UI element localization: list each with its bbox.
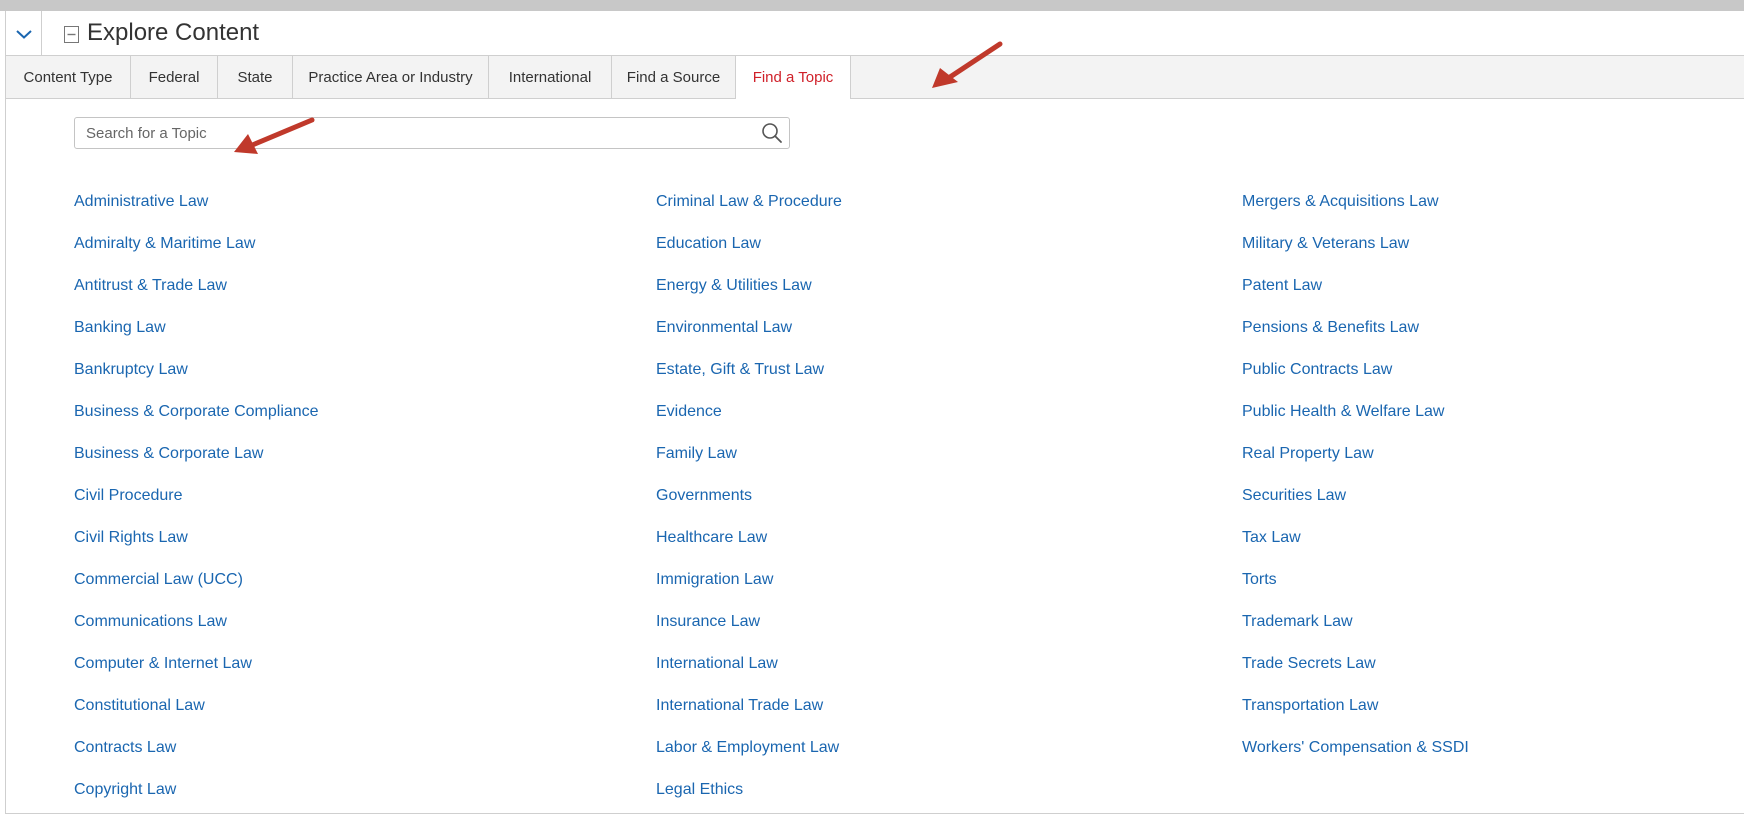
topic-link[interactable]: Antitrust & Trade Law	[74, 274, 634, 316]
topic-search-box	[74, 117, 790, 149]
collapse-square-icon[interactable]	[64, 26, 79, 43]
topic-link[interactable]: Banking Law	[74, 316, 634, 358]
topic-column-3: Mergers & Acquisitions Law Military & Vet…	[1242, 190, 1744, 778]
topic-link[interactable]: Trade Secrets Law	[1242, 652, 1744, 694]
topic-link[interactable]: Real Property Law	[1242, 442, 1744, 484]
topic-link[interactable]: Estate, Gift & Trust Law	[656, 358, 1216, 400]
topic-link[interactable]: Insurance Law	[656, 610, 1216, 652]
content-tabs: Content Type Federal State Practice Area…	[6, 56, 1744, 99]
window-top-strip	[0, 0, 1744, 11]
topic-link[interactable]: Public Contracts Law	[1242, 358, 1744, 400]
tab-find-a-topic[interactable]: Find a Topic	[735, 56, 851, 99]
topic-link[interactable]: Legal Ethics	[656, 778, 1216, 819]
topic-link[interactable]: Transportation Law	[1242, 694, 1744, 736]
topic-link[interactable]: Healthcare Law	[656, 526, 1216, 568]
topic-link[interactable]: Immigration Law	[656, 568, 1216, 610]
tab-label: Practice Area or Industry	[308, 68, 473, 86]
topic-link[interactable]: Constitutional Law	[74, 694, 634, 736]
topic-link[interactable]: Securities Law	[1242, 484, 1744, 526]
topic-link[interactable]: Pensions & Benefits Law	[1242, 316, 1744, 358]
topic-link[interactable]: Military & Veterans Law	[1242, 232, 1744, 274]
topic-column-1: Administrative Law Admiralty & Maritime L…	[74, 190, 634, 819]
topic-link[interactable]: Trademark Law	[1242, 610, 1744, 652]
topic-link[interactable]: Public Health & Welfare Law	[1242, 400, 1744, 442]
topic-link[interactable]: Business & Corporate Law	[74, 442, 634, 484]
topic-link[interactable]: Governments	[656, 484, 1216, 526]
topic-link[interactable]: Computer & Internet Law	[74, 652, 634, 694]
tab-practice-area-or-industry[interactable]: Practice Area or Industry	[293, 56, 489, 98]
topic-link[interactable]: Bankruptcy Law	[74, 358, 634, 400]
topic-link[interactable]: International Law	[656, 652, 1216, 694]
tab-federal[interactable]: Federal	[131, 56, 218, 98]
tab-label: State	[237, 68, 273, 86]
topic-link[interactable]: Energy & Utilities Law	[656, 274, 1216, 316]
tab-content-type[interactable]: Content Type	[6, 56, 131, 98]
topic-column-2: Criminal Law & Procedure Education Law Ene…	[656, 190, 1216, 819]
topic-link[interactable]: Contracts Law	[74, 736, 634, 778]
tab-label: Find a Topic	[752, 69, 834, 86]
topic-list: Administrative Law Admiralty & Maritime L…	[74, 190, 1734, 798]
tab-label: Federal	[148, 68, 200, 86]
tab-label: International	[508, 68, 592, 86]
topic-search-input[interactable]	[75, 118, 745, 148]
topic-link[interactable]: Admiralty & Maritime Law	[74, 232, 634, 274]
topic-link[interactable]: Tax Law	[1242, 526, 1744, 568]
topic-link[interactable]: Patent Law	[1242, 274, 1744, 316]
topic-link[interactable]: Civil Rights Law	[74, 526, 634, 568]
tab-find-a-source[interactable]: Find a Source	[612, 56, 736, 98]
topic-link[interactable]: Environmental Law	[656, 316, 1216, 358]
topic-link[interactable]: Business & Corporate Compliance	[74, 400, 634, 442]
topic-link[interactable]: Communications Law	[74, 610, 634, 652]
chevron-down-icon	[15, 29, 32, 39]
page-title: Explore Content	[87, 19, 260, 46]
topic-link[interactable]: Workers' Compensation & SSDI	[1242, 736, 1744, 778]
topic-link[interactable]: Evidence	[656, 400, 1216, 442]
topic-link[interactable]: Labor & Employment Law	[656, 736, 1216, 778]
topic-link[interactable]: Education Law	[656, 232, 1216, 274]
tab-label: Find a Source	[626, 68, 721, 86]
topic-link[interactable]: Criminal Law & Procedure	[656, 190, 1216, 232]
tab-state[interactable]: State	[218, 56, 293, 98]
collapse-toggle-button[interactable]	[6, 11, 42, 56]
topic-link[interactable]: Family Law	[656, 442, 1216, 484]
topic-link[interactable]: Civil Procedure	[74, 484, 634, 526]
topic-link[interactable]: Commercial Law (UCC)	[74, 568, 634, 610]
topic-link[interactable]: Torts	[1242, 568, 1744, 610]
topic-link[interactable]: Mergers & Acquisitions Law	[1242, 190, 1744, 232]
tab-label: Content Type	[23, 68, 113, 86]
topic-link[interactable]: Administrative Law	[74, 190, 634, 232]
panel-header: Explore Content	[6, 11, 1744, 56]
topic-link[interactable]: Copyright Law	[74, 778, 634, 819]
tab-international[interactable]: International	[489, 56, 612, 98]
page: Explore Content Content Type Federal Sta…	[0, 0, 1744, 819]
topic-link[interactable]: International Trade Law	[656, 694, 1216, 736]
search-icon[interactable]	[761, 122, 783, 144]
